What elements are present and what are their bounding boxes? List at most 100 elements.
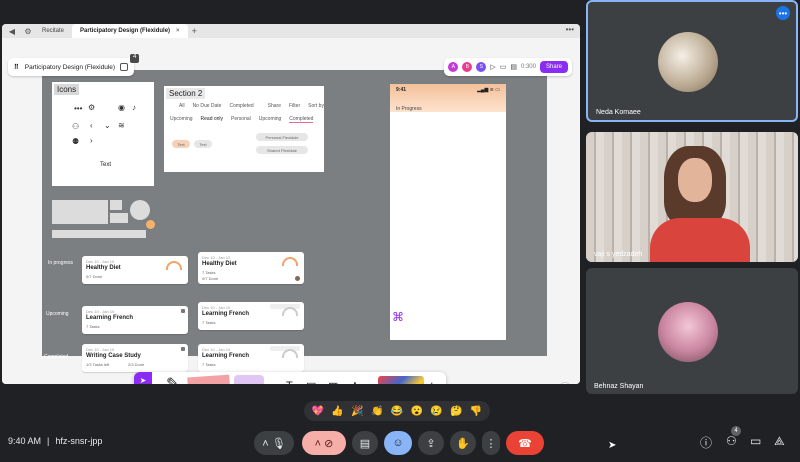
more-icon[interactable]: ••• bbox=[566, 25, 574, 34]
help-button[interactable]: ? bbox=[558, 382, 571, 384]
sticky-note-tool[interactable] bbox=[187, 374, 231, 384]
figma-logo-icon[interactable]: ⠿ bbox=[14, 63, 19, 71]
wifi-icon: ≋ bbox=[118, 121, 125, 130]
placeholder-rect[interactable] bbox=[110, 213, 128, 223]
reaction-thumbs-up[interactable]: 👍 bbox=[331, 406, 343, 417]
tab-label: Recitate bbox=[42, 28, 65, 34]
reaction-clap[interactable]: 👏 bbox=[371, 406, 383, 417]
zoom-in-button[interactable]: + bbox=[547, 383, 552, 384]
info-icon[interactable]: ⓘ bbox=[700, 434, 712, 451]
share-label[interactable]: Share bbox=[268, 103, 281, 109]
avatar[interactable]: A bbox=[448, 62, 459, 72]
task-card[interactable]: Dec 10 - Jan 10 Healthy Diet 0/7 Done bbox=[82, 256, 188, 284]
calendar-icon bbox=[181, 309, 185, 313]
new-tab-icon[interactable]: + bbox=[192, 26, 197, 36]
settings-icon[interactable]: ⚙ bbox=[22, 25, 34, 37]
participant-tile[interactable]: ••• Neda Komaee bbox=[586, 0, 798, 122]
avatar bbox=[658, 32, 718, 92]
participant-tile[interactable]: vaji s yedzadeh bbox=[586, 132, 798, 262]
reaction-laugh[interactable]: 😂 bbox=[391, 406, 403, 417]
table-tool-icon[interactable]: ▦ bbox=[328, 380, 338, 384]
tab-recitate[interactable]: Recitate bbox=[34, 24, 72, 38]
file-title: Participatory Design (Flexidule) bbox=[24, 63, 116, 71]
timer: 0:300 bbox=[520, 64, 536, 70]
zoom-out-button[interactable]: − bbox=[536, 383, 541, 384]
tab-upcoming[interactable]: Upcoming bbox=[170, 116, 193, 123]
filter-no-due-date[interactable]: No Due Date bbox=[193, 103, 222, 109]
chat-icon[interactable]: ▭ bbox=[750, 434, 761, 448]
text-pill[interactable]: Text bbox=[172, 140, 190, 148]
phone-frame[interactable]: 9:41 ▂▄▆ ≋ ▭ In Progress ⌘ bbox=[390, 84, 506, 340]
tab-upcoming-2[interactable]: Upcoming bbox=[259, 116, 282, 123]
captions-icon[interactable]: ▤ bbox=[352, 431, 378, 455]
task-card[interactable]: Dec 10 - Jan 10 Learning French 7 Tasks bbox=[82, 306, 188, 334]
tab-completed[interactable]: Completed bbox=[289, 116, 314, 123]
shapes-tool[interactable] bbox=[234, 375, 264, 384]
filter-completed[interactable]: Completed bbox=[229, 103, 253, 109]
tab-read-only[interactable]: Read only bbox=[201, 116, 224, 123]
placeholder-bar[interactable] bbox=[52, 230, 146, 238]
library-icon[interactable]: ▤ bbox=[510, 63, 517, 71]
end-call-button[interactable]: ☎ bbox=[506, 431, 544, 455]
present-screen-icon[interactable]: ⇪ bbox=[418, 431, 444, 455]
reaction-surprised[interactable]: 😮 bbox=[410, 406, 422, 417]
filter-all[interactable]: All bbox=[179, 103, 185, 109]
row-label-in-progress: In progress bbox=[48, 260, 74, 266]
raise-hand-icon[interactable]: ✋ bbox=[450, 431, 476, 455]
add-icon[interactable]: + bbox=[428, 378, 436, 384]
card-date: Dec 10 - Jan 10 bbox=[202, 255, 231, 260]
meet-window: ◀ ⚙ Recitate Participatory Design (Flexi… bbox=[0, 0, 800, 462]
back-icon[interactable]: ◀ bbox=[6, 25, 18, 37]
shared-flexidule-pill[interactable]: Shared Flexidule bbox=[256, 146, 308, 154]
widgets-tool[interactable] bbox=[378, 376, 424, 384]
reaction-thinking[interactable]: 🤔 bbox=[450, 406, 462, 417]
section-2-frame[interactable]: Section 2 All No Due Date Completed Shar… bbox=[164, 86, 324, 172]
close-icon[interactable]: × bbox=[176, 28, 180, 34]
reaction-sad[interactable]: 😢 bbox=[430, 406, 442, 417]
task-card[interactable]: Dec 10 - Jan 10 Writing Case Study 1/3 T… bbox=[82, 344, 188, 372]
card-title: Healthy Diet bbox=[86, 265, 121, 271]
task-card[interactable]: Dec 10 - Jan 10 Learning French 7 Tasks bbox=[198, 302, 304, 330]
filter-label[interactable]: Filter bbox=[289, 103, 300, 109]
people-icon[interactable]: ⚇ bbox=[726, 434, 737, 448]
stamp-tool-icon[interactable]: ♙ bbox=[350, 380, 360, 384]
task-card[interactable]: Dec 10 - Jan 10 Healthy Diet 7 Tasks 0/7… bbox=[198, 252, 304, 284]
microphone-button[interactable]: ˄ 🎙 bbox=[254, 431, 294, 455]
icons-frame[interactable]: Icons ••• ⚙ ◉ ♪ ⚇ ‹ ⌄ ≋ ⚉ › Text bbox=[52, 82, 154, 186]
placeholder-dot[interactable] bbox=[146, 220, 155, 229]
tab-personal[interactable]: Personal bbox=[231, 116, 251, 123]
avatar[interactable]: B bbox=[462, 62, 473, 72]
card-meta: 0/7 Done bbox=[86, 274, 103, 279]
personal-flexidule-pill[interactable]: Personal Flexidule bbox=[256, 133, 308, 141]
file-bar[interactable]: ⠿ Participatory Design (Flexidule) bbox=[8, 58, 134, 76]
reaction-thumbs-down[interactable]: 👎 bbox=[470, 406, 482, 417]
sort-label[interactable]: Sort by bbox=[308, 103, 324, 109]
comment-icon[interactable]: ▭ bbox=[500, 63, 507, 71]
placeholder-circle[interactable] bbox=[130, 200, 150, 220]
figma-canvas[interactable]: ⠿ Participatory Design (Flexidule) 4 A B… bbox=[2, 38, 580, 384]
camera-off-button[interactable]: ˄ ⊘ bbox=[302, 431, 346, 455]
text-tool-icon[interactable]: T bbox=[286, 380, 293, 384]
reaction-party[interactable]: 🎉 bbox=[351, 406, 363, 417]
section-tool-icon[interactable]: ▣ bbox=[306, 380, 316, 384]
card-title: Healthy Diet bbox=[202, 261, 237, 267]
placeholder-rect[interactable] bbox=[110, 200, 122, 210]
task-card[interactable]: Dec 10 - Jan 10 Learning French 7 Tasks bbox=[198, 344, 304, 372]
reaction-heart[interactable]: 💖 bbox=[312, 406, 324, 417]
emoji-icon[interactable]: ☺ bbox=[384, 431, 412, 455]
play-icon[interactable]: ▷ bbox=[490, 63, 495, 71]
text-pill[interactable]: Text bbox=[194, 140, 212, 148]
activities-icon[interactable]: ⟁ bbox=[774, 434, 785, 449]
component-icon[interactable]: ⌘ bbox=[392, 310, 404, 324]
placeholder-rect[interactable] bbox=[52, 200, 108, 224]
more-options-icon[interactable]: ••• bbox=[776, 6, 790, 20]
move-tool-icon[interactable]: ➤ bbox=[134, 372, 152, 384]
progress-gauge bbox=[282, 349, 298, 358]
tab-participatory-design[interactable]: Participatory Design (Flexidule) × bbox=[72, 24, 188, 38]
avatar[interactable]: S bbox=[476, 62, 487, 72]
more-options-icon[interactable]: ⋮ bbox=[482, 431, 500, 455]
share-button[interactable]: Share bbox=[539, 61, 568, 73]
sidebar-toggle-icon[interactable] bbox=[120, 63, 128, 71]
pencil-tool-icon[interactable]: ✎ bbox=[166, 374, 179, 384]
participant-tile[interactable]: Behnaz Shayan bbox=[586, 268, 798, 394]
